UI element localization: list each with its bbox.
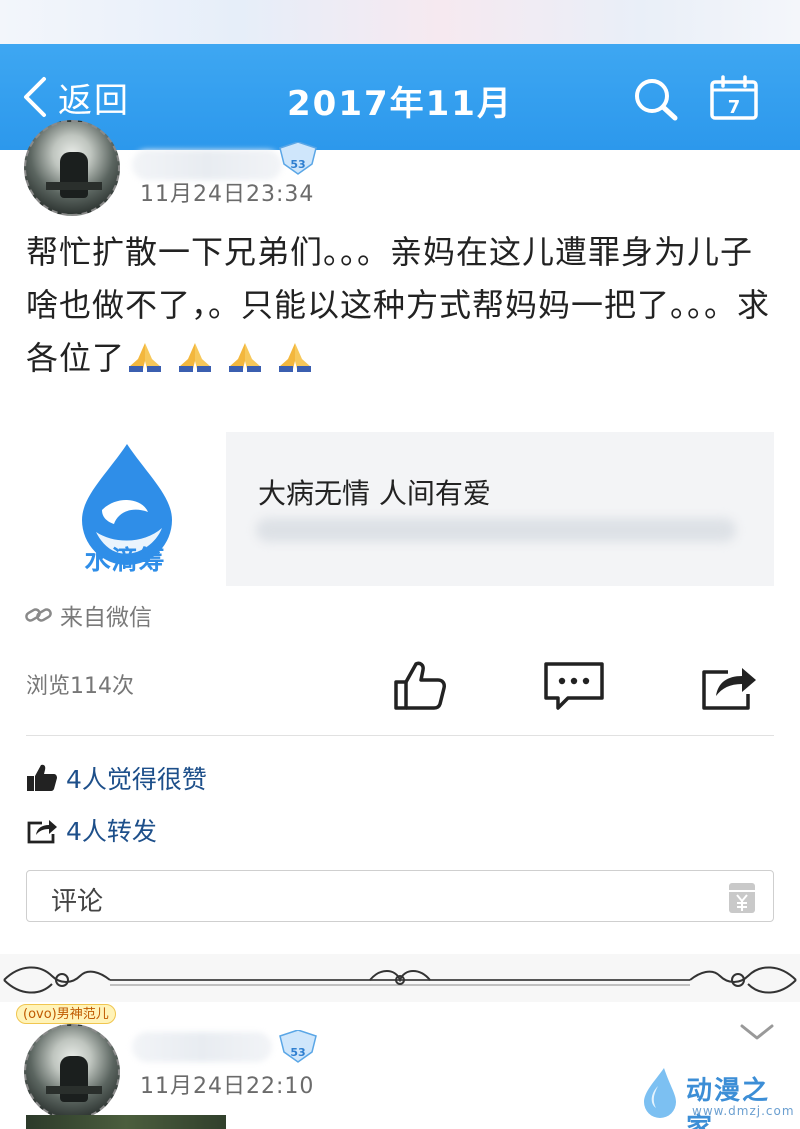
avatar[interactable] bbox=[24, 1024, 120, 1120]
level-badge: 53 bbox=[279, 142, 317, 175]
top-nav-bar: 返回 2017年11月 7 bbox=[0, 44, 800, 150]
thumbs-up-icon bbox=[27, 764, 57, 791]
search-icon[interactable] bbox=[630, 74, 682, 122]
likes-label: 4人觉得很赞 bbox=[66, 765, 207, 794]
folded-hands-icon bbox=[279, 343, 312, 372]
comment-input[interactable]: 评论 bbox=[26, 870, 774, 922]
shared-link-card[interactable]: 大病无情 人间有爱 bbox=[226, 432, 774, 586]
link-subtitle-redacted bbox=[256, 518, 736, 542]
share-small-icon bbox=[27, 820, 57, 844]
calendar-icon[interactable]: 7 bbox=[708, 74, 760, 122]
shares-summary[interactable]: 4人转发 bbox=[26, 812, 157, 848]
folded-hands-icon bbox=[229, 343, 262, 372]
post-time: 11月24日22:10 bbox=[140, 1074, 315, 1099]
avatar[interactable] bbox=[24, 120, 120, 216]
link-logo-label: 水滴筹 bbox=[84, 546, 166, 576]
chevron-down-icon[interactable] bbox=[738, 1022, 776, 1042]
post-image[interactable] bbox=[26, 1115, 226, 1129]
status-bar bbox=[0, 0, 800, 44]
share-icon[interactable] bbox=[698, 658, 758, 714]
watermark: 动漫之家 www.dmzj.com bbox=[640, 1064, 794, 1129]
watermark-name: 动漫之家 bbox=[686, 1076, 771, 1129]
shares-label: 4人转发 bbox=[66, 817, 157, 846]
level-badge: 53 bbox=[279, 1030, 317, 1063]
source-label: 来自微信 bbox=[60, 605, 152, 631]
username-redacted bbox=[132, 1032, 272, 1062]
link-title: 大病无情 人间有爱 bbox=[258, 477, 491, 510]
watermark-url: www.dmzj.com bbox=[692, 1104, 795, 1118]
svg-text:53: 53 bbox=[290, 1046, 305, 1059]
likes-summary[interactable]: 4人觉得很赞 bbox=[26, 760, 207, 796]
ornament-divider-icon bbox=[3, 966, 797, 994]
post-source: 来自微信 bbox=[24, 598, 152, 632]
view-count: 浏览114次 bbox=[26, 674, 134, 699]
comment-icon[interactable] bbox=[542, 658, 606, 714]
watermark-logo-icon bbox=[644, 1068, 676, 1118]
post-time: 11月24日23:34 bbox=[140, 182, 315, 207]
calendar-day: 7 bbox=[728, 97, 741, 118]
folded-hands-icon bbox=[129, 343, 162, 372]
post-text: 帮忙扩散一下兄弟们。。。亲妈在这儿遭罪身为儿子啥也做不了，。只能以这种方式帮妈妈… bbox=[26, 226, 776, 385]
comment-placeholder: 评论 bbox=[51, 887, 104, 917]
folded-hands-icon bbox=[179, 343, 212, 372]
user-tag-badge: (ovo)男神范儿 bbox=[16, 1004, 116, 1024]
divider bbox=[26, 735, 774, 736]
like-icon[interactable] bbox=[390, 658, 450, 714]
reward-icon[interactable] bbox=[727, 881, 757, 915]
link-icon bbox=[25, 608, 52, 622]
svg-text:53: 53 bbox=[290, 158, 305, 171]
